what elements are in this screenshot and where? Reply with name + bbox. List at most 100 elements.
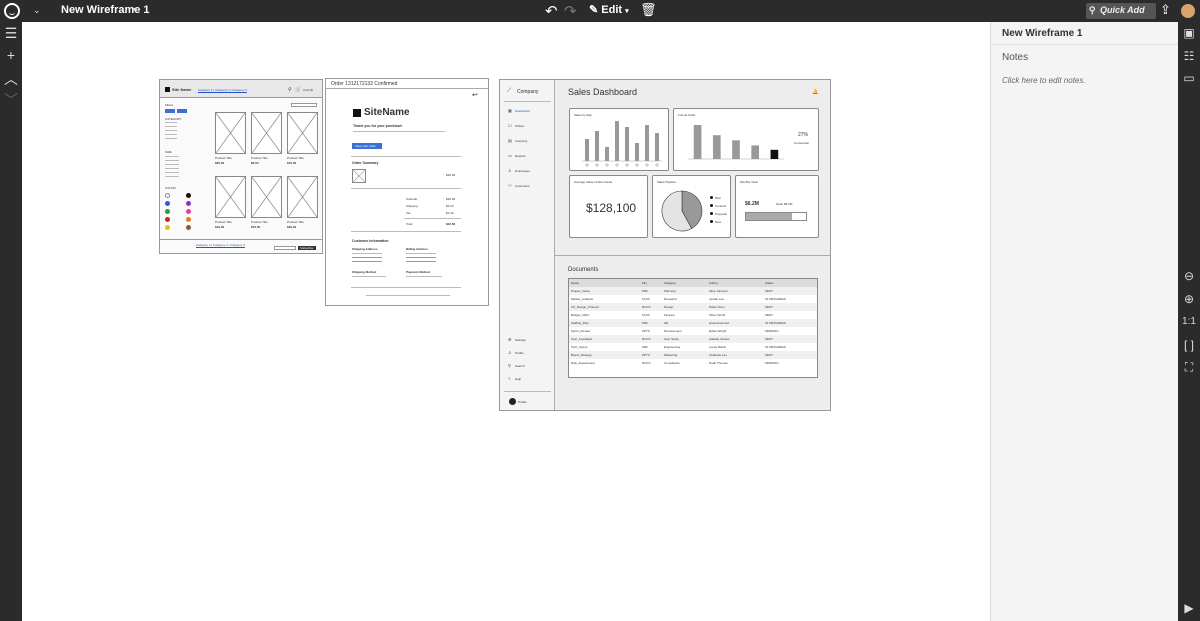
table-row[interactable]: Brand_Strategy PPTX Marketing Charlotte Lee… (569, 351, 817, 359)
product-image-placeholder[interactable] (215, 112, 246, 154)
color-swatch[interactable] (186, 225, 191, 230)
color-swatch[interactable] (186, 209, 191, 214)
sidebar-item-employees[interactable]: Employees (515, 169, 530, 173)
sidebar-item-settings[interactable]: Settings (515, 338, 526, 342)
zoom-in-icon[interactable]: ⊕ (1180, 292, 1198, 306)
quick-add-input[interactable]: ⚲ Quick Add (1086, 3, 1156, 19)
column-header[interactable]: Name (571, 281, 579, 285)
color-swatch[interactable] (165, 217, 170, 222)
add-page-icon[interactable]: + (3, 47, 19, 63)
edit-menu-button[interactable]: ✎ Edit ▾ (589, 3, 629, 16)
color-swatch[interactable] (165, 225, 170, 230)
order-confirmation-mockup[interactable]: Order 1312172132 Confirmed ↩ SiteName Th… (325, 78, 489, 306)
table-row[interactable]: Project_Vision PDF Planning Alice Johnson SE… (569, 287, 817, 295)
chevron-up-icon[interactable]: ︿ (3, 69, 19, 89)
avatar[interactable] (509, 398, 516, 405)
table-cell: Jordan Lee (709, 297, 725, 301)
reply-icon[interactable]: ↩ (472, 91, 478, 99)
cart-icon[interactable]: 🛒 (295, 87, 301, 93)
footer-links[interactable]: Category 1 | Category 2 | Category 3 (196, 243, 245, 247)
sort-select[interactable] (291, 103, 317, 107)
table-row[interactable]: Sprint_Review PPTX Development Ethan Wright… (569, 327, 817, 335)
help-icon: ? (508, 376, 511, 381)
product-title[interactable]: Product Title (251, 220, 268, 224)
chevron-down-icon-left[interactable]: ﹀ (3, 90, 19, 110)
actual-size-button[interactable]: 1:1 (1180, 316, 1198, 327)
product-price: $19.00 (215, 225, 225, 229)
share-icon[interactable]: ⇪ (1160, 2, 1171, 18)
fullscreen-icon[interactable]: ⛶ (1180, 360, 1198, 375)
table-row[interactable]: User_Feedback DOCX User Study Isabelle Sant… (569, 335, 817, 343)
bar (605, 147, 609, 161)
product-title[interactable]: Product Title (287, 156, 304, 160)
table-row[interactable]: Market_Analysis XLSX Research Jordan Lee IN … (569, 295, 817, 303)
product-title[interactable]: Product Title (251, 156, 268, 160)
sales-dashboard-mockup[interactable]: ⟋ Company Dashboard Orders Inventory Rep… (499, 79, 831, 411)
sidebar-item-reports[interactable]: Reports (515, 154, 526, 158)
title-chevron-down-icon[interactable]: ▾ (133, 5, 137, 14)
color-swatch[interactable] (165, 193, 170, 198)
sliders-icon[interactable]: ☷ (1180, 49, 1198, 63)
product-price: $70.00 (251, 225, 261, 229)
column-header[interactable]: Author (709, 281, 718, 285)
sidebar-item-help[interactable]: Help (515, 377, 521, 381)
comment-icon[interactable]: ▭ (1180, 71, 1198, 85)
filter-chip[interactable] (177, 109, 187, 113)
sidebar-item-orders[interactable]: Orders (515, 124, 524, 128)
email-field[interactable] (274, 246, 296, 250)
user-avatar[interactable] (1181, 4, 1195, 18)
app-logo-icon[interactable] (4, 3, 20, 19)
product-image-placeholder[interactable] (287, 176, 318, 218)
subscribe-button[interactable]: Subscribe (298, 246, 316, 250)
sidebar-item-profile[interactable]: Profile (515, 351, 524, 355)
zoom-out-icon[interactable]: ⊖ (1180, 269, 1198, 283)
product-title[interactable]: Product Title (215, 220, 232, 224)
product-image-placeholder[interactable] (251, 112, 282, 154)
table-row[interactable]: Risk_Assessment DOCX Compliance Noah Thomas… (569, 359, 817, 367)
sidebar-item-customers[interactable]: Customers (515, 184, 530, 188)
breadcrumb[interactable]: Category 1 | Category 2 | Category 3 (198, 88, 247, 92)
column-header[interactable]: File (642, 281, 647, 285)
color-swatch[interactable] (186, 193, 191, 198)
legend-label: Won (715, 196, 722, 200)
sidebar-item-dashboard[interactable]: Dashboard (515, 109, 530, 113)
product-title[interactable]: Product Title (215, 156, 232, 160)
bar (635, 143, 639, 161)
color-swatch[interactable] (165, 201, 170, 206)
wireframe-canvas[interactable]: Site Name Category 1 | Category 2 | Cate… (22, 22, 990, 621)
pages-list-icon[interactable]: ☰ (3, 25, 19, 42)
filter-chip[interactable] (165, 109, 175, 113)
table-cell: Risk_Assessment (571, 361, 595, 365)
left-toolbar: ☰ + ︿ ﹀ (0, 22, 22, 621)
sidebar-item-search[interactable]: Search (515, 364, 525, 368)
properties-icon[interactable]: ▣ (1180, 26, 1198, 40)
color-swatch[interactable] (186, 201, 191, 206)
table-row[interactable]: UX_Design_Protocol DOCX Design Parks Chen SE… (569, 303, 817, 311)
redo-icon[interactable]: ↷ (564, 2, 577, 20)
color-swatch[interactable] (165, 209, 170, 214)
profile-label[interactable]: Profile (518, 400, 527, 404)
bell-icon[interactable]: 🔔 (812, 89, 818, 95)
table-row[interactable]: Staffing_Plan PDF HR Hannah Arnold IN PROGRE… (569, 319, 817, 327)
column-header[interactable]: Status (765, 281, 774, 285)
product-image-placeholder[interactable] (287, 112, 318, 154)
product-image-placeholder[interactable] (215, 176, 246, 218)
sidebar-item-inventory[interactable]: Inventory (515, 139, 527, 143)
inventory-icon: ▤ (508, 138, 512, 143)
product-title[interactable]: Product Title (287, 220, 304, 224)
trash-icon[interactable]: 🗑 (640, 2, 657, 18)
color-swatch[interactable] (186, 217, 191, 222)
product-image-placeholder[interactable] (251, 176, 282, 218)
play-icon[interactable]: ▶ (1180, 601, 1198, 615)
table-row[interactable]: Tech_Specs PDF Engineering Lucas Martin IN P… (569, 343, 817, 351)
notes-field[interactable]: Click here to edit notes. (1002, 76, 1086, 85)
column-header[interactable]: Category (664, 281, 676, 285)
table-row[interactable]: Budget_2024 XLSX Finance Oliver Smith SENT (569, 311, 817, 319)
fit-width-icon[interactable]: [ ] (1180, 338, 1198, 352)
search-icon[interactable]: ⚲ (288, 87, 292, 93)
store-listing-mockup[interactable]: Site Name Category 1 | Category 2 | Cate… (159, 79, 323, 254)
view-order-button[interactable]: View your order (352, 143, 382, 149)
undo-icon[interactable]: ↶ (545, 2, 558, 20)
chevron-down-icon[interactable]: ⌄ (33, 5, 41, 16)
table-header: Name File Category Author Status (569, 279, 817, 287)
